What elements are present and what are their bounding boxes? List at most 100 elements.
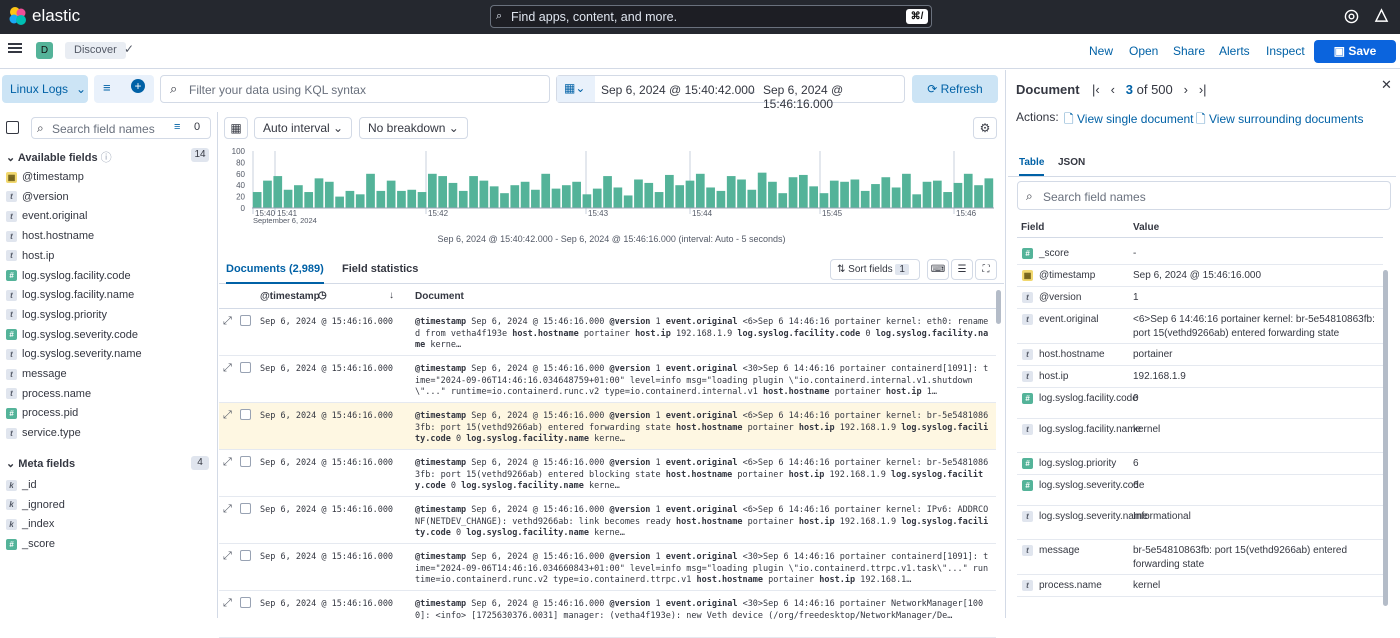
table-row[interactable]: ⤢ Sep 6, 2024 @ 15:46:16.000 @timestamp Se…: [219, 450, 996, 497]
histogram-bar[interactable]: [768, 181, 777, 208]
histogram-bar[interactable]: [840, 181, 849, 208]
available-item[interactable]: # log.syslog.facility.code: [6, 268, 131, 284]
flyout-field-row[interactable]: t log.syslog.severity.name Informational: [1017, 506, 1383, 540]
available-item[interactable]: t log.syslog.facility.name: [6, 287, 134, 303]
histogram-bar[interactable]: [695, 173, 705, 208]
histogram-bar[interactable]: [881, 177, 891, 208]
last-page-icon[interactable]: ›|: [1199, 82, 1207, 97]
new-link[interactable]: New: [1089, 44, 1113, 58]
add-filter-icon[interactable]: +: [131, 79, 145, 93]
histogram-bar[interactable]: [644, 182, 654, 208]
histogram-bar[interactable]: [376, 190, 386, 208]
histogram-bar[interactable]: [747, 189, 757, 208]
histogram-bar[interactable]: [974, 185, 983, 208]
histogram-bar[interactable]: [273, 176, 283, 208]
flyout-field-row[interactable]: t process.name kernel: [1017, 575, 1383, 597]
row-checkbox[interactable]: [240, 550, 251, 561]
field-search-input[interactable]: ⌕ Search field names ≡ 0: [31, 117, 211, 139]
tab-json[interactable]: JSON: [1058, 157, 1085, 168]
histogram-bar[interactable]: [891, 187, 901, 208]
row-checkbox[interactable]: [240, 315, 251, 326]
histogram-bar[interactable]: [489, 186, 499, 208]
histogram-bar[interactable]: [283, 189, 293, 208]
histogram-bar[interactable]: [417, 192, 427, 208]
histogram-bar[interactable]: [551, 188, 561, 208]
available-fields-header[interactable]: ⌄ Available fields ⓘ: [6, 149, 112, 165]
meta-item[interactable]: k _ignored: [6, 497, 65, 513]
available-item[interactable]: # process.pid: [6, 405, 78, 421]
histogram-bar[interactable]: [871, 184, 880, 208]
display-settings-icon[interactable]: ☰: [951, 259, 973, 280]
expand-icon[interactable]: ⤢: [223, 550, 232, 563]
histogram-bar[interactable]: [469, 176, 478, 208]
histogram-chart[interactable]: 10080604020015:40 15:41 15:42 15:43 15:44 15:…: [222, 145, 1000, 245]
meta-fields-header[interactable]: ⌄ Meta fields: [6, 457, 75, 470]
expand-icon[interactable]: ⤢: [223, 456, 232, 469]
sort-fields-button[interactable]: ⇅ Sort fields 1: [830, 259, 920, 280]
histogram-bar[interactable]: [345, 190, 355, 208]
col-document[interactable]: Document: [415, 291, 464, 302]
histogram-bar[interactable]: [438, 176, 448, 208]
histogram-bar[interactable]: [386, 180, 396, 208]
inspect-link[interactable]: Inspect: [1266, 44, 1305, 58]
histogram-bar[interactable]: [953, 182, 963, 208]
histogram-bar[interactable]: [252, 192, 262, 208]
histogram-bar[interactable]: [427, 173, 437, 208]
table-row[interactable]: ⤢ Sep 6, 2024 @ 15:46:16.000 @timestamp Se…: [219, 309, 996, 356]
first-page-icon[interactable]: |‹: [1092, 82, 1100, 97]
histogram-bar[interactable]: [850, 179, 860, 209]
histogram-bar[interactable]: [572, 181, 581, 208]
histogram-bar[interactable]: [809, 186, 819, 208]
histogram-bar[interactable]: [458, 190, 468, 208]
histogram-bar[interactable]: [829, 180, 839, 208]
histogram-bar[interactable]: [355, 194, 365, 208]
histogram-bar[interactable]: [613, 187, 623, 208]
interval-select[interactable]: Auto interval ⌄: [254, 117, 353, 139]
row-checkbox[interactable]: [240, 503, 251, 514]
histogram-bar[interactable]: [860, 190, 870, 208]
histogram-bar[interactable]: [263, 180, 272, 208]
histogram-bar[interactable]: [603, 176, 612, 208]
row-checkbox[interactable]: [240, 409, 251, 420]
date-start[interactable]: Sep 6, 2024 @ 15:40:42.000: [601, 83, 755, 97]
histogram-bar[interactable]: [366, 173, 375, 208]
available-item[interactable]: t message: [6, 366, 67, 382]
meta-item[interactable]: k _index: [6, 516, 54, 532]
prev-page-icon[interactable]: ‹: [1111, 82, 1115, 97]
available-item[interactable]: t log.syslog.severity.name: [6, 346, 142, 362]
tab-table[interactable]: Table: [1019, 157, 1045, 176]
kql-search-input[interactable]: ⌕ Filter your data using KQL syntax: [160, 75, 550, 103]
refresh-button[interactable]: ⟳ Refresh: [912, 75, 998, 103]
expand-icon[interactable]: ⤢: [223, 362, 232, 375]
histogram-bar[interactable]: [819, 193, 829, 208]
available-item[interactable]: t @version: [6, 189, 69, 205]
breadcrumb[interactable]: Discover: [65, 42, 126, 59]
available-item[interactable]: t host.ip: [6, 248, 54, 264]
tab-documents[interactable]: Documents (2,989): [226, 263, 324, 284]
assistant-icon[interactable]: [1374, 8, 1389, 23]
histogram-bar[interactable]: [500, 193, 509, 208]
histogram-bar[interactable]: [685, 180, 695, 208]
histogram-bar[interactable]: [397, 190, 406, 208]
next-page-icon[interactable]: ›: [1184, 82, 1188, 97]
histogram-bar[interactable]: [798, 174, 808, 208]
histogram-bar[interactable]: [716, 190, 726, 208]
histogram-bar[interactable]: [654, 192, 664, 208]
flyout-field-search[interactable]: ⌕ Search field names: [1017, 181, 1391, 210]
close-icon[interactable]: ✕: [1381, 77, 1392, 93]
histogram-bar[interactable]: [726, 176, 736, 208]
table-row[interactable]: ⤢ Sep 6, 2024 @ 15:46:16.000 @timestamp Se…: [219, 544, 996, 591]
keyboard-icon[interactable]: ⌨: [927, 259, 949, 280]
available-item[interactable]: t service.type: [6, 425, 81, 441]
filter-icon[interactable]: ≡: [103, 80, 111, 95]
available-item[interactable]: t event.original: [6, 208, 87, 224]
expand-icon[interactable]: ⤢: [223, 315, 232, 328]
flyout-field-row[interactable]: t event.original <6>Sep 6 14:46:16 portain…: [1017, 309, 1383, 344]
histogram-bar[interactable]: [541, 173, 551, 208]
histogram-bar[interactable]: [757, 172, 767, 208]
flyout-field-row[interactable]: # _score -: [1017, 243, 1383, 265]
row-checkbox[interactable]: [240, 597, 251, 608]
space-avatar[interactable]: D: [36, 42, 53, 59]
histogram-bar[interactable]: [665, 174, 674, 208]
histogram-bar[interactable]: [778, 193, 788, 208]
